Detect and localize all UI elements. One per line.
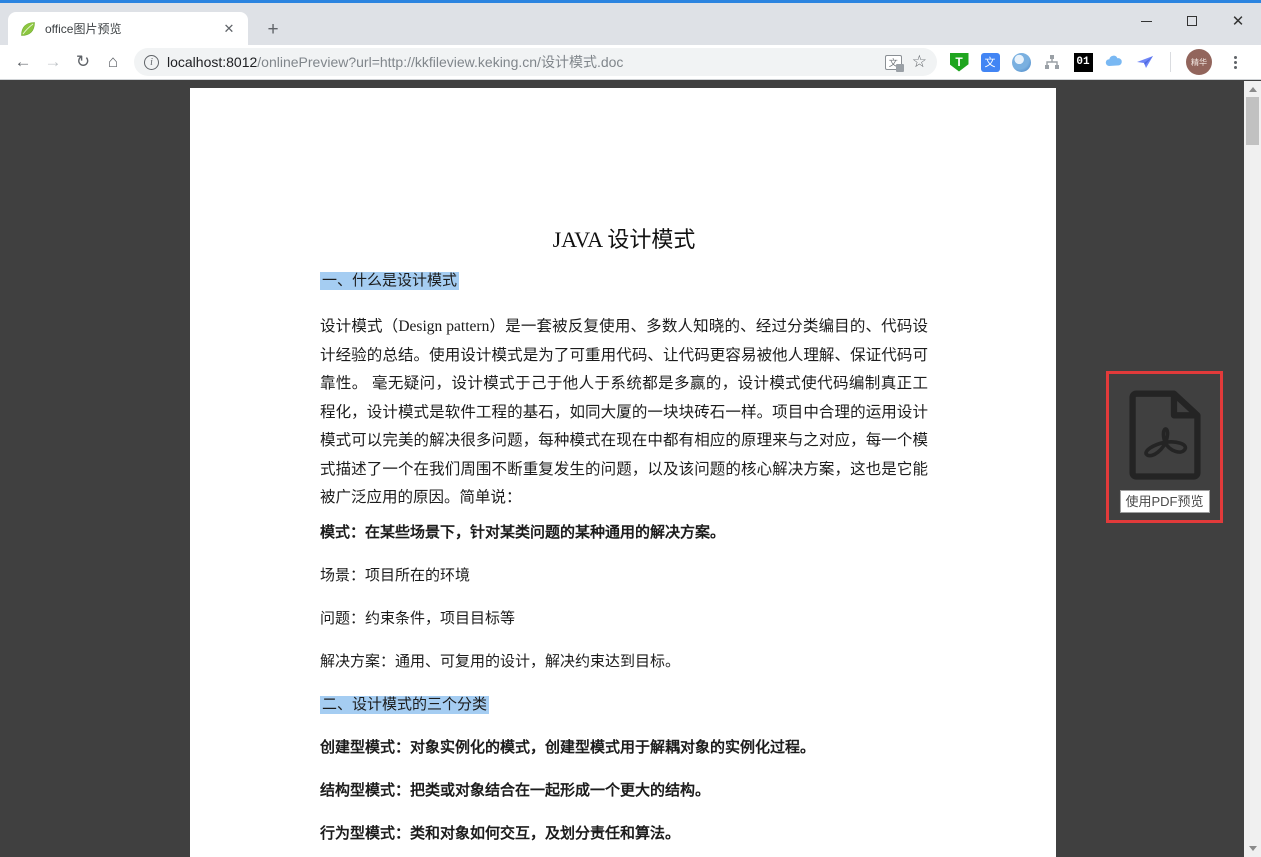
bookmark-star-icon[interactable]: ☆ (912, 52, 927, 72)
cloud-icon (1104, 52, 1124, 72)
definition-problem: 问题：约束条件，项目目标等 (320, 610, 928, 629)
toolbar-divider (1170, 52, 1171, 72)
maximize-button[interactable] (1169, 6, 1215, 36)
back-button[interactable]: ← (8, 48, 38, 76)
proxy-swirl-extension-icon[interactable] (1011, 52, 1031, 72)
home-button[interactable]: ⌂ (98, 48, 128, 76)
titlebar: office图片预览 ✕ + ✕ (0, 0, 1261, 45)
close-icon: ✕ (1232, 14, 1245, 29)
category-creational: 创建型模式：对象实例化的模式，创建型模式用于解耦对象的实例化过程。 (320, 739, 928, 758)
browser-toolbar: ← → ↻ ⌂ i localhost:8012/onlinePreview?u… (0, 45, 1261, 80)
preview-canvas: JAVA 设计模式 一、什么是设计模式 设计模式（Design pattern）… (0, 81, 1261, 857)
translate-page-icon[interactable]: 文 (885, 55, 902, 70)
maximize-icon (1187, 16, 1197, 26)
spring-leaf-favicon (20, 21, 36, 37)
category-behavioral: 行为型模式：类和对象如何交互，及划分责任和算法。 (320, 825, 928, 844)
window-controls: ✕ (1123, 6, 1261, 36)
bird-extension-icon[interactable] (1135, 52, 1155, 72)
profile-avatar[interactable]: 精华 (1186, 49, 1212, 75)
page-info-icon[interactable]: i (144, 55, 159, 70)
document-page: JAVA 设计模式 一、什么是设计模式 设计模式（Design pattern）… (190, 88, 1056, 857)
url-text[interactable]: localhost:8012/onlinePreview?url=http://… (167, 52, 885, 72)
scrollbar-thumb[interactable] (1246, 97, 1259, 145)
sitemap-extension-icon[interactable] (1042, 52, 1062, 72)
document-title: JAVA 设计模式 (320, 225, 928, 255)
pdf-preview-label: 使用PDF预览 (1119, 490, 1209, 513)
scroll-down-icon[interactable] (1249, 846, 1257, 851)
minimize-icon (1141, 21, 1152, 22)
google-translate-extension-icon[interactable]: 文 (980, 52, 1000, 72)
url-host: localhost:8012 (167, 54, 257, 70)
pdf-file-icon (1120, 388, 1210, 484)
address-bar[interactable]: i localhost:8012/onlinePreview?url=http:… (134, 48, 937, 76)
page-scrollbar[interactable] (1244, 81, 1261, 857)
tab-title: office图片预览 (45, 20, 220, 37)
close-button[interactable]: ✕ (1215, 6, 1261, 36)
cloud-extension-icon[interactable] (1104, 52, 1124, 72)
category-structural: 结构型模式：把类或对象结合在一起形成一个更大的结构。 (320, 782, 928, 801)
pdf-preview-button[interactable]: 使用PDF预览 (1106, 371, 1223, 523)
highlighted-text: 二、设计模式的三个分类 (320, 696, 489, 714)
browser-tab[interactable]: office图片预览 ✕ (8, 12, 248, 45)
highlighted-text: 一、什么是设计模式 (320, 272, 459, 290)
minimize-button[interactable] (1123, 6, 1169, 36)
paragraph-intro: 设计模式（Design pattern）是一套被反复使用、多数人知晓的、经过分类… (320, 313, 928, 513)
tampermonkey-extension-icon[interactable]: T (949, 52, 969, 72)
counter-badge: 01 (1074, 53, 1093, 72)
forward-button[interactable]: → (38, 48, 68, 76)
reload-button[interactable]: ↻ (68, 48, 98, 76)
browser-window: office图片预览 ✕ + ✕ ← → ↻ ⌂ i localhost:801… (0, 0, 1261, 857)
section-heading-2: 二、设计模式的三个分类 (320, 695, 928, 715)
definition-scene: 场景：项目所在的环境 (320, 567, 928, 586)
url-path: /onlinePreview?url=http://kkfileview.kek… (257, 54, 623, 70)
counter-extension-icon[interactable]: 01 (1073, 52, 1093, 72)
scroll-up-icon[interactable] (1249, 87, 1257, 92)
definition-solution: 解决方案：通用、可复用的设计，解决约束达到目标。 (320, 653, 928, 672)
sitemap-icon (1043, 53, 1061, 71)
section-heading-1: 一、什么是设计模式 (320, 271, 928, 291)
translate-icon: 文 (981, 53, 1000, 72)
chrome-menu-icon[interactable] (1223, 52, 1247, 73)
swirl-icon (1012, 53, 1031, 72)
definition-pattern: 模式：在某些场景下，针对某类问题的某种通用的解决方案。 (320, 524, 928, 543)
shield-icon: T (950, 53, 969, 72)
tab-close-icon[interactable]: ✕ (220, 20, 238, 38)
extensions-area: T 文 01 (943, 49, 1253, 75)
new-tab-button[interactable]: + (260, 17, 286, 43)
paper-plane-icon (1135, 52, 1155, 72)
